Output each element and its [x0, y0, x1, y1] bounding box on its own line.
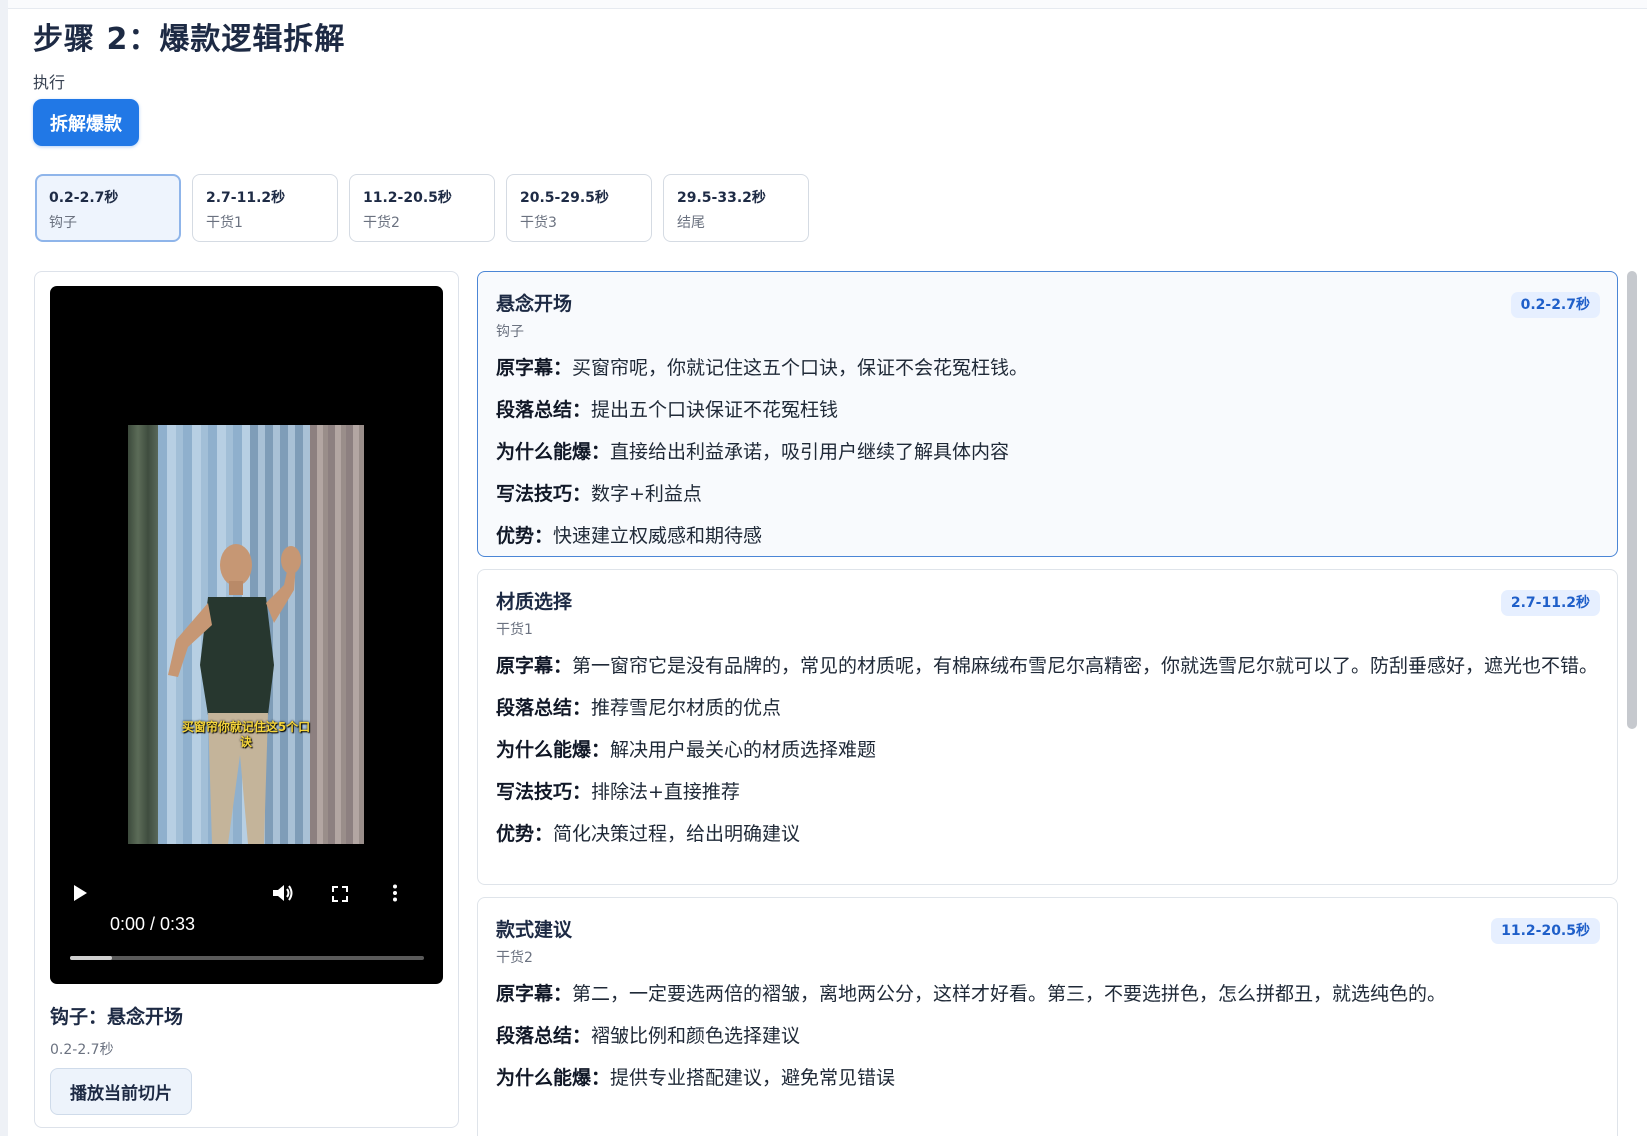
segment-tab-hook[interactable]: 0.2-2.7秒 钩子: [35, 174, 181, 242]
segment-tab-time: 29.5-33.2秒: [677, 190, 766, 206]
row-value: 排除法+直接推荐: [591, 781, 740, 803]
scrollbar-thumb[interactable]: [1627, 271, 1637, 729]
why-row: 为什么能爆：提供专业搭配建议，避免常见错误: [496, 1063, 1599, 1093]
left-rail: [0, 0, 8, 1136]
segment-tab-time: 20.5-29.5秒: [520, 190, 609, 206]
progress-buffered: [70, 956, 113, 960]
top-border: [0, 0, 1647, 9]
play-icon[interactable]: [72, 884, 88, 907]
sections-list: 悬念开场 钩子 0.2-2.7秒 原字幕：买窗帘呢，你就记住这五个口诀，保证不会…: [477, 271, 1618, 1136]
section-title: 款式建议: [496, 919, 573, 941]
row-label: 段落总结：: [496, 697, 592, 719]
row-label: 段落总结：: [496, 1025, 592, 1047]
section-role: 钩子: [496, 324, 524, 340]
row-value: 第一窗帘它是没有品牌的，常见的材质呢，有棉麻绒布雪尼尔高精密，你就选雪尼尔就可以…: [572, 655, 1599, 677]
advantage-row: 优势：快速建立权威感和期待感: [496, 521, 1599, 551]
row-value: 直接给出利益承诺，吸引用户继续了解具体内容: [610, 441, 1010, 463]
original-subtitle-row: 原字幕：买窗帘呢，你就记住这五个口诀，保证不会花冤枉钱。: [496, 353, 1599, 383]
row-value: 买窗帘呢，你就记住这五个口诀，保证不会花冤枉钱。: [572, 357, 1029, 379]
analyze-button[interactable]: 拆解爆款: [33, 99, 139, 146]
row-label: 为什么能爆：: [496, 739, 611, 761]
clip-title: 钩子：悬念开场: [50, 1006, 184, 1028]
row-label: 原字幕：: [496, 983, 573, 1005]
clip-time: 0.2-2.7秒: [50, 1042, 114, 1058]
row-label: 段落总结：: [496, 399, 592, 421]
section-title: 悬念开场: [496, 293, 573, 315]
original-subtitle-row: 原字幕：第一窗帘它是没有品牌的，常见的材质呢，有棉麻绒布雪尼尔高精密，你就选雪尼…: [496, 651, 1599, 681]
video-card: 买窗帘你就记住这5个口诀 0:00 / 0:33 钩子：悬念开场 0.2-2.7…: [34, 271, 459, 1128]
section-card-tip1[interactable]: 材质选择 干货1 2.7-11.2秒 原字幕：第一窗帘它是没有品牌的，常见的材质…: [477, 569, 1618, 885]
row-label: 原字幕：: [496, 655, 573, 677]
segment-tab-role: 干货2: [363, 215, 400, 231]
time-badge: 11.2-20.5秒: [1491, 918, 1600, 944]
segment-tab-time: 11.2-20.5秒: [363, 190, 452, 206]
row-value: 简化决策过程，给出明确建议: [553, 823, 801, 845]
video-player[interactable]: 买窗帘你就记住这5个口诀 0:00 / 0:33: [50, 286, 443, 984]
execute-label: 执行: [33, 73, 66, 92]
summary-row: 段落总结：提出五个口诀保证不花冤枉钱: [496, 395, 1599, 425]
section-role: 干货1: [496, 622, 533, 638]
segment-tab-time: 2.7-11.2秒: [206, 190, 286, 206]
row-value: 第二，一定要选两倍的褶皱，离地两公分，这样才好看。第三，不要选拼色，怎么拼都丑，…: [572, 983, 1447, 1005]
original-subtitle-row: 原字幕：第二，一定要选两倍的褶皱，离地两公分，这样才好看。第三，不要选拼色，怎么…: [496, 979, 1599, 1009]
segment-tab-tip3[interactable]: 20.5-29.5秒 干货3: [506, 174, 652, 242]
volume-icon[interactable]: [272, 883, 294, 908]
section-card-tip2[interactable]: 款式建议 干货2 11.2-20.5秒 原字幕：第二，一定要选两倍的褶皱，离地两…: [477, 897, 1618, 1136]
video-caption: 买窗帘你就记住这5个口诀: [181, 720, 311, 749]
row-label: 为什么能爆：: [496, 441, 611, 463]
row-value: 推荐雪尼尔材质的优点: [591, 697, 782, 719]
segment-tab-role: 结尾: [677, 215, 705, 231]
fullscreen-icon[interactable]: [332, 885, 348, 907]
section-card-hook[interactable]: 悬念开场 钩子 0.2-2.7秒 原字幕：买窗帘呢，你就记住这五个口诀，保证不会…: [477, 271, 1618, 557]
why-row: 为什么能爆：解决用户最关心的材质选择难题: [496, 735, 1599, 765]
row-label: 优势：: [496, 823, 554, 845]
row-value: 褶皱比例和颜色选择建议: [591, 1025, 801, 1047]
segment-tab-tip1[interactable]: 2.7-11.2秒 干货1: [192, 174, 338, 242]
row-value: 解决用户最关心的材质选择难题: [610, 739, 877, 761]
summary-row: 段落总结：褶皱比例和颜色选择建议: [496, 1021, 1599, 1051]
section-role: 干货2: [496, 950, 533, 966]
row-label: 原字幕：: [496, 357, 573, 379]
row-value: 提供专业搭配建议，避免常见错误: [610, 1067, 896, 1089]
advantage-row: 优势：简化决策过程，给出明确建议: [496, 819, 1599, 849]
segment-tab-ending[interactable]: 29.5-33.2秒 结尾: [663, 174, 809, 242]
time-display: 0:00 / 0:33: [110, 914, 196, 934]
segment-tab-tip2[interactable]: 11.2-20.5秒 干货2: [349, 174, 495, 242]
row-label: 优势：: [496, 525, 554, 547]
play-clip-button[interactable]: 播放当前切片: [50, 1068, 192, 1115]
person-silhouette: [168, 544, 301, 844]
time-badge: 2.7-11.2秒: [1500, 590, 1600, 616]
row-label: 写法技巧：: [496, 483, 592, 505]
technique-row: 写法技巧：数字+利益点: [496, 479, 1599, 509]
more-vertical-icon[interactable]: [392, 884, 398, 907]
segment-tab-role: 干货1: [206, 215, 243, 231]
row-value: 提出五个口诀保证不花冤枉钱: [591, 399, 839, 421]
segment-tab-role: 干货3: [520, 215, 557, 231]
segment-tab-time: 0.2-2.7秒: [49, 190, 119, 206]
row-value: 数字+利益点: [591, 483, 702, 505]
page-title: 步骤 2：爆款逻辑拆解: [33, 22, 346, 57]
segment-tabs: 0.2-2.7秒 钩子 2.7-11.2秒 干货1 11.2-20.5秒 干货2…: [35, 174, 809, 242]
progress-bar[interactable]: [70, 956, 424, 960]
technique-row: 写法技巧：排除法+直接推荐: [496, 777, 1599, 807]
why-row: 为什么能爆：直接给出利益承诺，吸引用户继续了解具体内容: [496, 437, 1599, 467]
row-label: 写法技巧：: [496, 781, 592, 803]
row-label: 为什么能爆：: [496, 1067, 611, 1089]
summary-row: 段落总结：推荐雪尼尔材质的优点: [496, 693, 1599, 723]
video-frame: 买窗帘你就记住这5个口诀: [128, 425, 364, 844]
time-badge: 0.2-2.7秒: [1510, 292, 1600, 318]
section-title: 材质选择: [496, 591, 573, 613]
row-value: 快速建立权威感和期待感: [553, 525, 763, 547]
segment-tab-role: 钩子: [49, 215, 77, 231]
